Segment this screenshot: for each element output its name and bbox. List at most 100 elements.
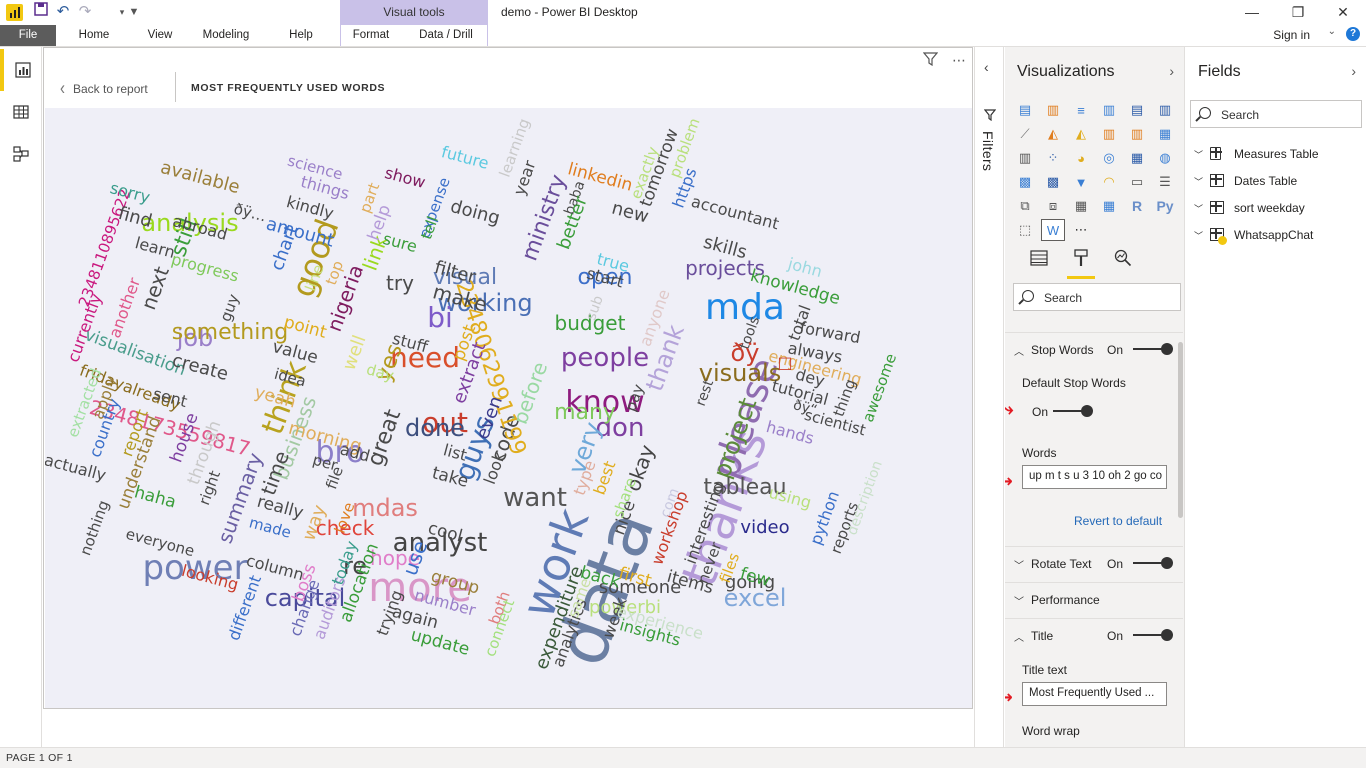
search-icon bbox=[1199, 107, 1211, 119]
wordcloud-icon[interactable]: W bbox=[1041, 219, 1065, 241]
treemap-icon[interactable]: ▦ bbox=[1125, 147, 1149, 169]
report-view-icon[interactable] bbox=[0, 49, 42, 91]
stacked-bar-icon[interactable]: ▤ bbox=[1013, 99, 1037, 121]
filters-pane-collapsed[interactable]: ‹ Filters bbox=[974, 47, 1004, 747]
donut-icon[interactable]: ◎ bbox=[1097, 147, 1121, 169]
visual-tools-context-header: Visual tools bbox=[340, 0, 488, 25]
pie-icon[interactable]: ◕ bbox=[1069, 147, 1093, 169]
format-tab-icon[interactable] bbox=[1067, 249, 1095, 279]
line-clustered-icon[interactable]: ▥ bbox=[1125, 123, 1149, 145]
tab-modeling[interactable]: Modeling bbox=[196, 25, 256, 47]
rotate-text-toggle[interactable] bbox=[1133, 557, 1173, 569]
visualizations-title: Visualizations bbox=[1017, 63, 1115, 80]
line-chart-icon[interactable]: ⟋ bbox=[1013, 123, 1037, 145]
100-bar-icon[interactable]: ▤ bbox=[1125, 99, 1149, 121]
word-cloud-visual[interactable]: data work thanks please more power mda know good… bbox=[45, 108, 972, 708]
default-stop-words-label: Default Stop Words bbox=[1022, 376, 1126, 390]
waterfall-icon[interactable]: ▥ bbox=[1013, 147, 1037, 169]
model-view-icon[interactable] bbox=[0, 133, 42, 175]
title-toggle[interactable] bbox=[1133, 629, 1173, 641]
r-script-icon[interactable]: R bbox=[1125, 195, 1149, 217]
cloud-word: using bbox=[766, 482, 814, 513]
slicer-icon[interactable]: ⧈ bbox=[1041, 195, 1065, 217]
fields-tab-icon[interactable] bbox=[1025, 249, 1053, 277]
back-to-report-button[interactable]: ‹ Back to report bbox=[60, 77, 148, 99]
tab-data-drill[interactable]: Data / Drill bbox=[412, 25, 480, 47]
table-label: WhatsappChat bbox=[1234, 228, 1314, 242]
quick-access-dropdown-icon[interactable]: ▼ bbox=[124, 2, 144, 22]
gauge-icon[interactable]: ◠ bbox=[1097, 171, 1121, 193]
minimize-button[interactable]: — bbox=[1229, 0, 1275, 25]
default-stop-words-toggle-label: On bbox=[1032, 405, 1049, 419]
key-influencers-icon[interactable]: ⬚ bbox=[1013, 219, 1037, 241]
more-visuals-icon[interactable]: ⋯ bbox=[1069, 219, 1093, 241]
filled-map-icon[interactable]: ▩ bbox=[1013, 171, 1037, 193]
chevron-down-icon: ﹀ bbox=[1194, 177, 1204, 187]
save-icon[interactable] bbox=[31, 2, 51, 22]
undo-icon[interactable]: ↶ bbox=[53, 2, 73, 22]
redo-icon[interactable]: ↷ bbox=[75, 2, 95, 22]
tab-help[interactable]: Help bbox=[281, 25, 321, 47]
kpi-icon[interactable]: ⧉ bbox=[1013, 195, 1037, 217]
visual-title: MOST FREQUENTLY USED WORDS bbox=[191, 82, 386, 94]
rotate-text-toggle-label: On bbox=[1107, 557, 1124, 571]
visual-type-gallery: ▤ ▥ ≡ ▥ ▤ ▥ ⟋ ◭ ◭ ▥ ▥ ▦ ▥ ⁘ ◕ ◎ ▦ ◍ ▩ ▩ ▼ ◠ ▭ ☰ ⧉ ⧈ ▦ ▦ R Py ⬚ W ⋯ bbox=[1013, 99, 1177, 243]
section-stop-words[interactable]: ︿ Stop Words On bbox=[1005, 332, 1183, 366]
python-icon[interactable]: Py bbox=[1153, 195, 1177, 217]
help-icon[interactable]: ? bbox=[1346, 27, 1360, 41]
area-chart-icon[interactable]: ◭ bbox=[1041, 123, 1065, 145]
status-bar: PAGE 1 OF 1 bbox=[0, 747, 1366, 768]
title-text-input[interactable]: Most Frequently Used ... bbox=[1022, 682, 1167, 706]
chevron-right-icon[interactable]: › bbox=[1351, 63, 1356, 79]
stacked-column-icon[interactable]: ▥ bbox=[1041, 99, 1065, 121]
cloud-word: rest bbox=[692, 377, 718, 409]
tab-home[interactable]: Home bbox=[70, 25, 118, 47]
view-switcher bbox=[0, 47, 42, 747]
table-visual-icon[interactable]: ▦ bbox=[1069, 195, 1093, 217]
tab-format[interactable]: Format bbox=[346, 25, 396, 47]
scatter-icon[interactable]: ⁘ bbox=[1041, 147, 1065, 169]
close-button[interactable]: ✕ bbox=[1320, 0, 1366, 25]
clustered-bar-icon[interactable]: ≡ bbox=[1069, 99, 1093, 121]
section-rotate-text[interactable]: ﹀ Rotate Text On bbox=[1005, 546, 1183, 580]
funnel-icon[interactable]: ▼ bbox=[1069, 171, 1093, 193]
line-column-icon[interactable]: ▥ bbox=[1097, 123, 1121, 145]
word-cloud-area: data work thanks please more power mda know good… bbox=[45, 108, 972, 708]
chevron-right-icon[interactable]: › bbox=[1169, 63, 1174, 79]
stop-words-input[interactable]: up m t s u 3 10 oh 2 go co bbox=[1022, 465, 1167, 489]
stop-words-toggle[interactable] bbox=[1133, 343, 1173, 355]
cloud-word: done bbox=[405, 414, 465, 442]
shape-map-icon[interactable]: ▩ bbox=[1041, 171, 1065, 193]
fields-search-input[interactable]: Search bbox=[1190, 100, 1362, 128]
collapse-ribbon-icon[interactable]: ⌄ bbox=[1328, 26, 1336, 37]
maximize-button[interactable]: ❐ bbox=[1275, 0, 1321, 25]
100-column-icon[interactable]: ▥ bbox=[1153, 99, 1177, 121]
section-performance[interactable]: ﹀ Performance bbox=[1005, 582, 1183, 616]
stacked-area-icon[interactable]: ◭ bbox=[1069, 123, 1093, 145]
cloud-word: future bbox=[439, 142, 491, 173]
chevron-down-icon: ﹀ bbox=[1194, 150, 1204, 160]
multirow-card-icon[interactable]: ☰ bbox=[1153, 171, 1177, 193]
tab-file[interactable]: File bbox=[0, 25, 56, 47]
matrix-icon[interactable]: ▦ bbox=[1097, 195, 1121, 217]
format-search-input[interactable]: Search bbox=[1013, 283, 1181, 311]
tab-view[interactable]: View bbox=[138, 25, 182, 47]
cloud-word: video bbox=[740, 517, 790, 538]
ribbon-chart-icon[interactable]: ▦ bbox=[1153, 123, 1177, 145]
cloud-word: update bbox=[408, 625, 472, 660]
revert-to-default-link[interactable]: Revert to default bbox=[1074, 514, 1162, 528]
clustered-column-icon[interactable]: ▥ bbox=[1097, 99, 1121, 121]
cloud-word: many bbox=[554, 400, 616, 425]
sign-in-link[interactable]: Sign in bbox=[1273, 25, 1310, 45]
analytics-tab-icon[interactable] bbox=[1109, 249, 1137, 277]
data-view-icon[interactable] bbox=[0, 91, 42, 133]
format-pane-scrollbar[interactable] bbox=[1178, 342, 1183, 518]
section-title[interactable]: ︿ Title On bbox=[1005, 618, 1183, 652]
cloud-word: per bbox=[310, 450, 340, 475]
page-indicator: PAGE 1 OF 1 bbox=[6, 752, 73, 764]
default-stop-words-toggle[interactable] bbox=[1053, 405, 1093, 417]
chevron-left-icon[interactable]: ‹ bbox=[984, 59, 989, 75]
map-icon[interactable]: ◍ bbox=[1153, 147, 1177, 169]
cloud-word: nothing bbox=[76, 497, 113, 558]
card-icon[interactable]: ▭ bbox=[1125, 171, 1149, 193]
